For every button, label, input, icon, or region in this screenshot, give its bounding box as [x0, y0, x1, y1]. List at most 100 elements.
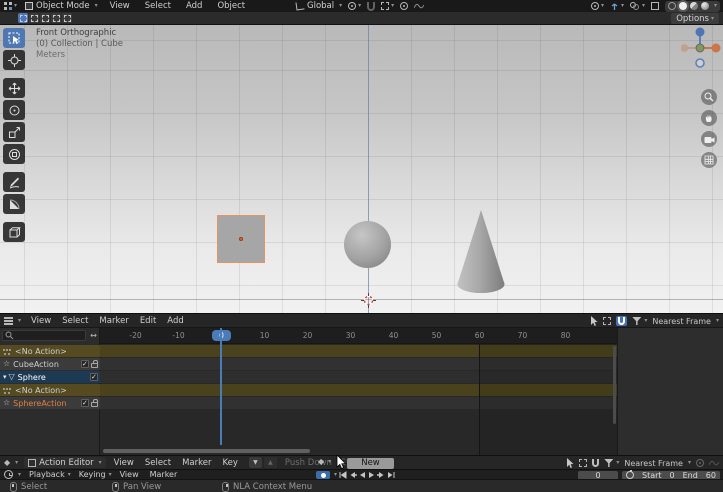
include-handles-icon[interactable] — [579, 459, 587, 467]
expand-caret-icon[interactable] — [3, 374, 7, 381]
filter-dropdown[interactable] — [632, 317, 647, 325]
dope-menu-select[interactable]: Select — [145, 458, 171, 468]
next-keyframe-button[interactable] — [377, 471, 385, 479]
xray-toggle[interactable] — [651, 2, 659, 10]
nla-track-sphereaction[interactable]: SphereAction — [0, 397, 100, 409]
zoom-button[interactable] — [701, 89, 717, 105]
playhead-line[interactable] — [220, 328, 222, 445]
menu-select[interactable]: Select — [145, 1, 171, 11]
select-mode-intersect-button[interactable] — [62, 13, 72, 23]
dope-menu-view[interactable]: View — [114, 458, 134, 468]
editor-type-dropdown[interactable] — [4, 2, 17, 10]
track-enable-checkbox[interactable] — [81, 399, 89, 407]
menu-add[interactable]: Add — [186, 1, 202, 11]
snapping-toggle[interactable] — [616, 316, 627, 326]
jump-to-end-button[interactable] — [387, 471, 395, 479]
tool-move[interactable] — [3, 78, 25, 98]
dope-menu-key[interactable]: Key — [222, 458, 237, 468]
new-action-button[interactable]: New — [347, 458, 394, 469]
action-browse-dropdown[interactable] — [318, 458, 331, 466]
camera-view-button[interactable] — [701, 131, 717, 147]
action-up-button[interactable]: ▲ — [264, 457, 277, 468]
nla-object-sphere[interactable]: Sphere — [0, 371, 100, 383]
shading-wireframe-button[interactable] — [668, 2, 676, 10]
overlays-dropdown[interactable] — [630, 2, 645, 10]
snap-mode-dropdown[interactable]: Nearest Frame — [652, 317, 719, 326]
solo-star-icon[interactable] — [3, 360, 10, 368]
falloff-curve-icon[interactable] — [709, 459, 719, 467]
timeline-menu-marker[interactable]: Marker — [150, 470, 178, 479]
nla-menu-select[interactable]: Select — [62, 316, 88, 326]
dope-menu-marker[interactable]: Marker — [182, 458, 211, 468]
menu-view[interactable]: View — [110, 1, 130, 11]
vertical-scrollbar[interactable] — [613, 346, 616, 424]
tool-transform[interactable] — [3, 144, 25, 164]
proportional-editing-icon[interactable] — [400, 2, 408, 10]
visibility-dropdown[interactable] — [591, 2, 604, 10]
tool-add-primitive[interactable] — [3, 222, 25, 242]
filter-dropdown[interactable] — [604, 459, 619, 467]
tool-select-box[interactable] — [3, 28, 25, 48]
magnet-icon[interactable] — [592, 459, 599, 467]
gizmos-dropdown[interactable] — [610, 2, 624, 11]
tool-scale[interactable] — [3, 122, 25, 142]
select-mode-invert-button[interactable] — [51, 13, 61, 23]
tool-cursor[interactable] — [3, 50, 25, 70]
select-mode-extend-button[interactable] — [29, 13, 39, 23]
snap-magnet-icon[interactable] — [367, 2, 375, 11]
unlock-icon[interactable] — [91, 363, 98, 368]
mode-dropdown[interactable]: Object Mode — [25, 1, 98, 11]
nla-editor-type-dropdown[interactable] — [0, 317, 21, 325]
shading-solid-button[interactable] — [679, 2, 687, 10]
cone-object[interactable] — [457, 208, 505, 298]
nla-ruler[interactable]: -20 -10 10 20 30 40 50 60 70 80 0 — [100, 328, 617, 344]
sphere-object[interactable] — [344, 221, 391, 268]
track-enable-checkbox[interactable] — [81, 360, 89, 368]
auto-keying-toggle[interactable] — [316, 471, 330, 479]
pivot-dropdown[interactable] — [348, 2, 361, 10]
falloff-curve-icon[interactable] — [414, 2, 424, 10]
horizontal-scrollbar[interactable] — [103, 449, 310, 453]
channel-search-input[interactable] — [2, 330, 86, 341]
shading-rendered-button[interactable] — [701, 2, 709, 10]
prev-keyframe-button[interactable] — [349, 471, 357, 479]
pan-button[interactable] — [701, 110, 717, 126]
track-enable-checkbox[interactable] — [90, 373, 98, 381]
select-mode-subtract-button[interactable] — [40, 13, 50, 23]
tweak-cursor-icon[interactable] — [590, 316, 598, 327]
shading-material-button[interactable] — [690, 2, 698, 10]
dope-snap-mode-dropdown[interactable]: Nearest Frame — [624, 459, 691, 468]
timeline-menu-keying[interactable]: Keying — [79, 470, 106, 479]
viewport-3d[interactable]: Front Orthographic (0) Collection | Cube… — [0, 25, 723, 313]
navigation-gizmo[interactable] — [681, 27, 721, 71]
options-button[interactable]: Options — [671, 13, 719, 24]
nla-menu-marker[interactable]: Marker — [99, 316, 128, 326]
orthographic-toggle-button[interactable] — [701, 152, 717, 168]
cube-object[interactable] — [217, 215, 265, 263]
play-button[interactable] — [368, 471, 375, 479]
nla-menu-view[interactable]: View — [31, 316, 51, 326]
unlock-icon[interactable] — [91, 402, 98, 407]
action-down-button[interactable]: ▼ — [249, 457, 262, 468]
play-reverse-button[interactable] — [359, 471, 366, 479]
timeline-editor-dropdown[interactable] — [0, 470, 21, 479]
tweak-cursor-icon[interactable] — [566, 458, 574, 469]
nla-menu-add[interactable]: Add — [167, 316, 183, 326]
timeline-menu-playback[interactable]: Playback — [29, 470, 65, 479]
nla-strips-area[interactable] — [100, 344, 617, 456]
tool-rotate[interactable] — [3, 100, 25, 120]
nla-track-cubeaction[interactable]: CubeAction — [0, 358, 100, 370]
tool-annotate[interactable] — [3, 172, 25, 192]
nla-menu-edit[interactable]: Edit — [140, 316, 156, 326]
orientation-dropdown[interactable]: Global — [296, 1, 342, 11]
select-mode-set-button[interactable] — [18, 13, 28, 23]
dope-mode-dropdown[interactable]: Action Editor — [24, 457, 106, 468]
proportional-editing-icon[interactable] — [696, 459, 704, 467]
include-handles-icon[interactable] — [603, 317, 611, 325]
nla-track-active-action-sphere[interactable]: <No Action> — [0, 384, 100, 396]
channel-expand-toggle[interactable]: ↔ — [88, 330, 99, 341]
nla-track-active-action-cube[interactable]: <No Action> — [0, 345, 100, 357]
solo-star-icon[interactable] — [3, 399, 10, 407]
dope-editor-type-dropdown[interactable] — [0, 459, 18, 467]
tool-measure[interactable] — [3, 194, 25, 214]
